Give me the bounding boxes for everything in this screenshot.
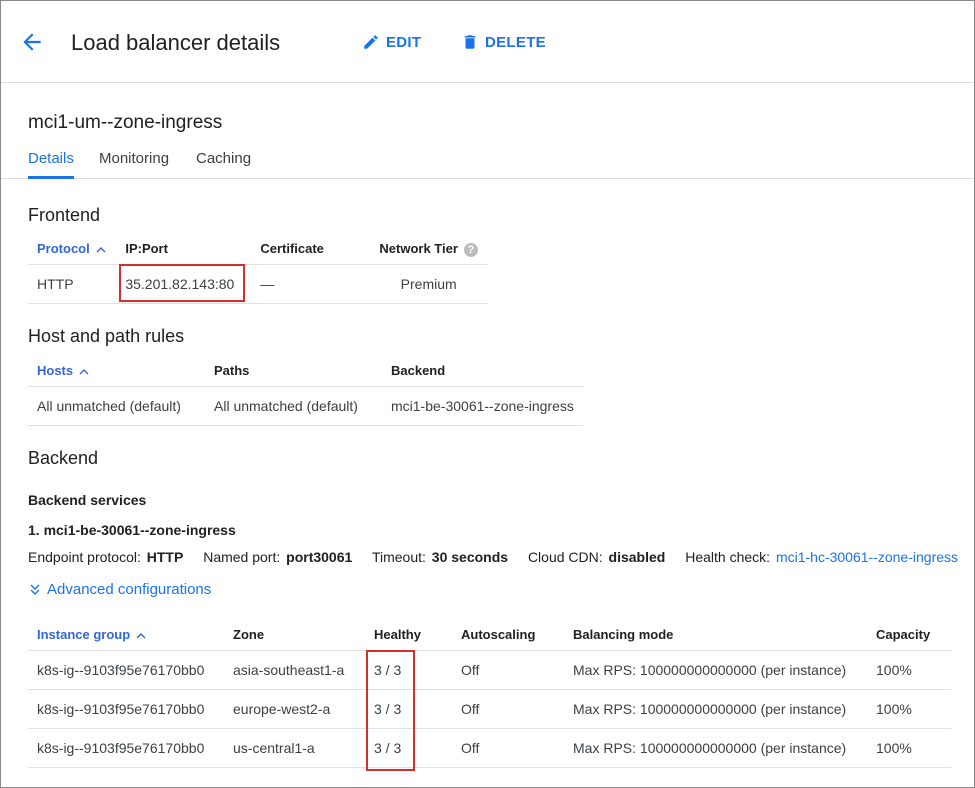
health-check-label: Health check: (685, 549, 771, 565)
ip-port-column-header: IP:Port (125, 241, 168, 257)
frontend-table: Protocol IP:Port Certificate Network Tie… (28, 234, 488, 304)
cloud-cdn-value: disabled (608, 549, 666, 565)
network-tier-column-header: Network Tier? (369, 234, 488, 264)
back-arrow-icon[interactable] (19, 29, 47, 57)
table-row: k8s-ig--9103f95e76170bb0 europe-west2-a … (28, 688, 951, 728)
healthy-cell: 3 / 3 (365, 649, 452, 689)
protocol-column-header[interactable]: Protocol (28, 234, 116, 264)
instance-group-cell: k8s-ig--9103f95e76170bb0 (28, 727, 224, 768)
backend-title: Backend (28, 448, 99, 468)
chevron-double-down-icon (30, 584, 40, 595)
sort-up-icon (96, 246, 106, 253)
balancing-mode-cell: Max RPS: 100000000000000 (per instance) (564, 727, 867, 768)
backend-cell: mci1-be-30061--zone-ingress (382, 385, 583, 426)
hosts-cell: All unmatched (default) (28, 385, 205, 426)
timeout-label: Timeout: (371, 549, 426, 565)
edit-button[interactable]: EDIT (362, 33, 421, 51)
ip-port-cell: 35.201.82.143:80 (116, 263, 252, 304)
tab-monitoring[interactable]: Monitoring (99, 150, 169, 179)
table-row: k8s-ig--9103f95e76170bb0 us-central1-a 3… (28, 727, 951, 768)
autoscaling-cell: Off (452, 649, 564, 689)
certificate-cell: — (251, 263, 370, 304)
tab-caching[interactable]: Caching (196, 150, 251, 179)
healthy-cell: 3 / 3 (365, 727, 452, 768)
balancing-mode-column-header: Balancing mode (573, 627, 674, 643)
certificate-column-header: Certificate (260, 241, 324, 257)
autoscaling-column-header: Autoscaling (461, 627, 536, 643)
autoscaling-cell: Off (452, 688, 564, 728)
instance-group-cell: k8s-ig--9103f95e76170bb0 (28, 688, 224, 728)
tab-bar: Details Monitoring Caching (1, 147, 974, 179)
named-port-label: Named port: (203, 549, 281, 565)
instance-group-table: Instance group Zone Healthy Autoscaling … (28, 620, 951, 768)
paths-column-header: Paths (214, 363, 250, 379)
tab-details[interactable]: Details (28, 150, 74, 179)
backend-service-name: 1. mci1-be-30061--zone-ingress (28, 522, 236, 538)
table-row: k8s-ig--9103f95e76170bb0 asia-southeast1… (28, 649, 951, 689)
timeout-value: 30 seconds (431, 549, 509, 565)
advanced-configurations-toggle[interactable]: Advanced configurations (29, 581, 211, 598)
frontend-title: Frontend (28, 205, 101, 225)
top-bar: Load balancer details EDIT DELETE (1, 1, 974, 83)
host-path-rules-title: Host and path rules (28, 326, 185, 346)
zone-cell: asia-southeast1-a (224, 649, 365, 689)
table-header-row: Hosts Paths Backend (28, 356, 583, 386)
healthy-column-header: Healthy (374, 627, 421, 643)
cloud-cdn-label: Cloud CDN: (527, 549, 603, 565)
balancing-mode-cell: Max RPS: 100000000000000 (per instance) (564, 649, 867, 689)
instance-group-column-header[interactable]: Instance group (28, 620, 224, 650)
backend-column-header: Backend (391, 363, 446, 379)
sort-up-icon (79, 368, 89, 375)
endpoint-protocol-label: Endpoint protocol: (28, 549, 141, 565)
pencil-icon (364, 35, 378, 49)
backend-service-meta: Endpoint protocol: HTTP Named port: port… (28, 549, 958, 565)
table-row: HTTP 35.201.82.143:80 — Premium (28, 263, 488, 304)
trash-icon (464, 35, 476, 49)
zone-cell: europe-west2-a (224, 688, 365, 728)
balancing-mode-cell: Max RPS: 100000000000000 (per instance) (564, 688, 867, 728)
capacity-cell: 100% (867, 688, 951, 728)
help-icon[interactable]: ? (463, 242, 478, 257)
protocol-cell: HTTP (28, 263, 117, 304)
autoscaling-cell: Off (452, 727, 564, 768)
capacity-cell: 100% (867, 649, 951, 689)
capacity-column-header: Capacity (876, 627, 931, 643)
zone-cell: us-central1-a (224, 727, 365, 768)
capacity-cell: 100% (867, 727, 951, 768)
network-tier-cell: Premium (369, 263, 488, 304)
load-balancer-name: mci1-um--zone-ingress (28, 112, 223, 133)
advanced-configurations-label: Advanced configurations (47, 581, 212, 598)
hosts-column-header[interactable]: Hosts (28, 356, 205, 386)
sort-up-icon (136, 632, 146, 639)
table-header-row: Instance group Zone Healthy Autoscaling … (28, 620, 951, 650)
backend-services-title: Backend services (28, 492, 147, 508)
page-title: Load balancer details (71, 30, 281, 55)
paths-cell: All unmatched (default) (205, 385, 382, 426)
host-rules-table: Hosts Paths Backend All unmatched (defau… (28, 356, 583, 426)
delete-label: DELETE (485, 33, 546, 51)
delete-button[interactable]: DELETE (461, 33, 546, 51)
named-port-value: port30061 (286, 549, 353, 565)
table-row: All unmatched (default) All unmatched (d… (28, 385, 583, 426)
edit-label: EDIT (386, 33, 422, 51)
health-check-link[interactable]: mci1-hc-30061--zone-ingress (776, 549, 958, 565)
zone-column-header: Zone (233, 627, 265, 643)
endpoint-protocol-value: HTTP (146, 549, 184, 565)
healthy-cell: 3 / 3 (365, 688, 452, 728)
table-header-row: Protocol IP:Port Certificate Network Tie… (28, 234, 488, 264)
instance-group-cell: k8s-ig--9103f95e76170bb0 (28, 649, 224, 689)
